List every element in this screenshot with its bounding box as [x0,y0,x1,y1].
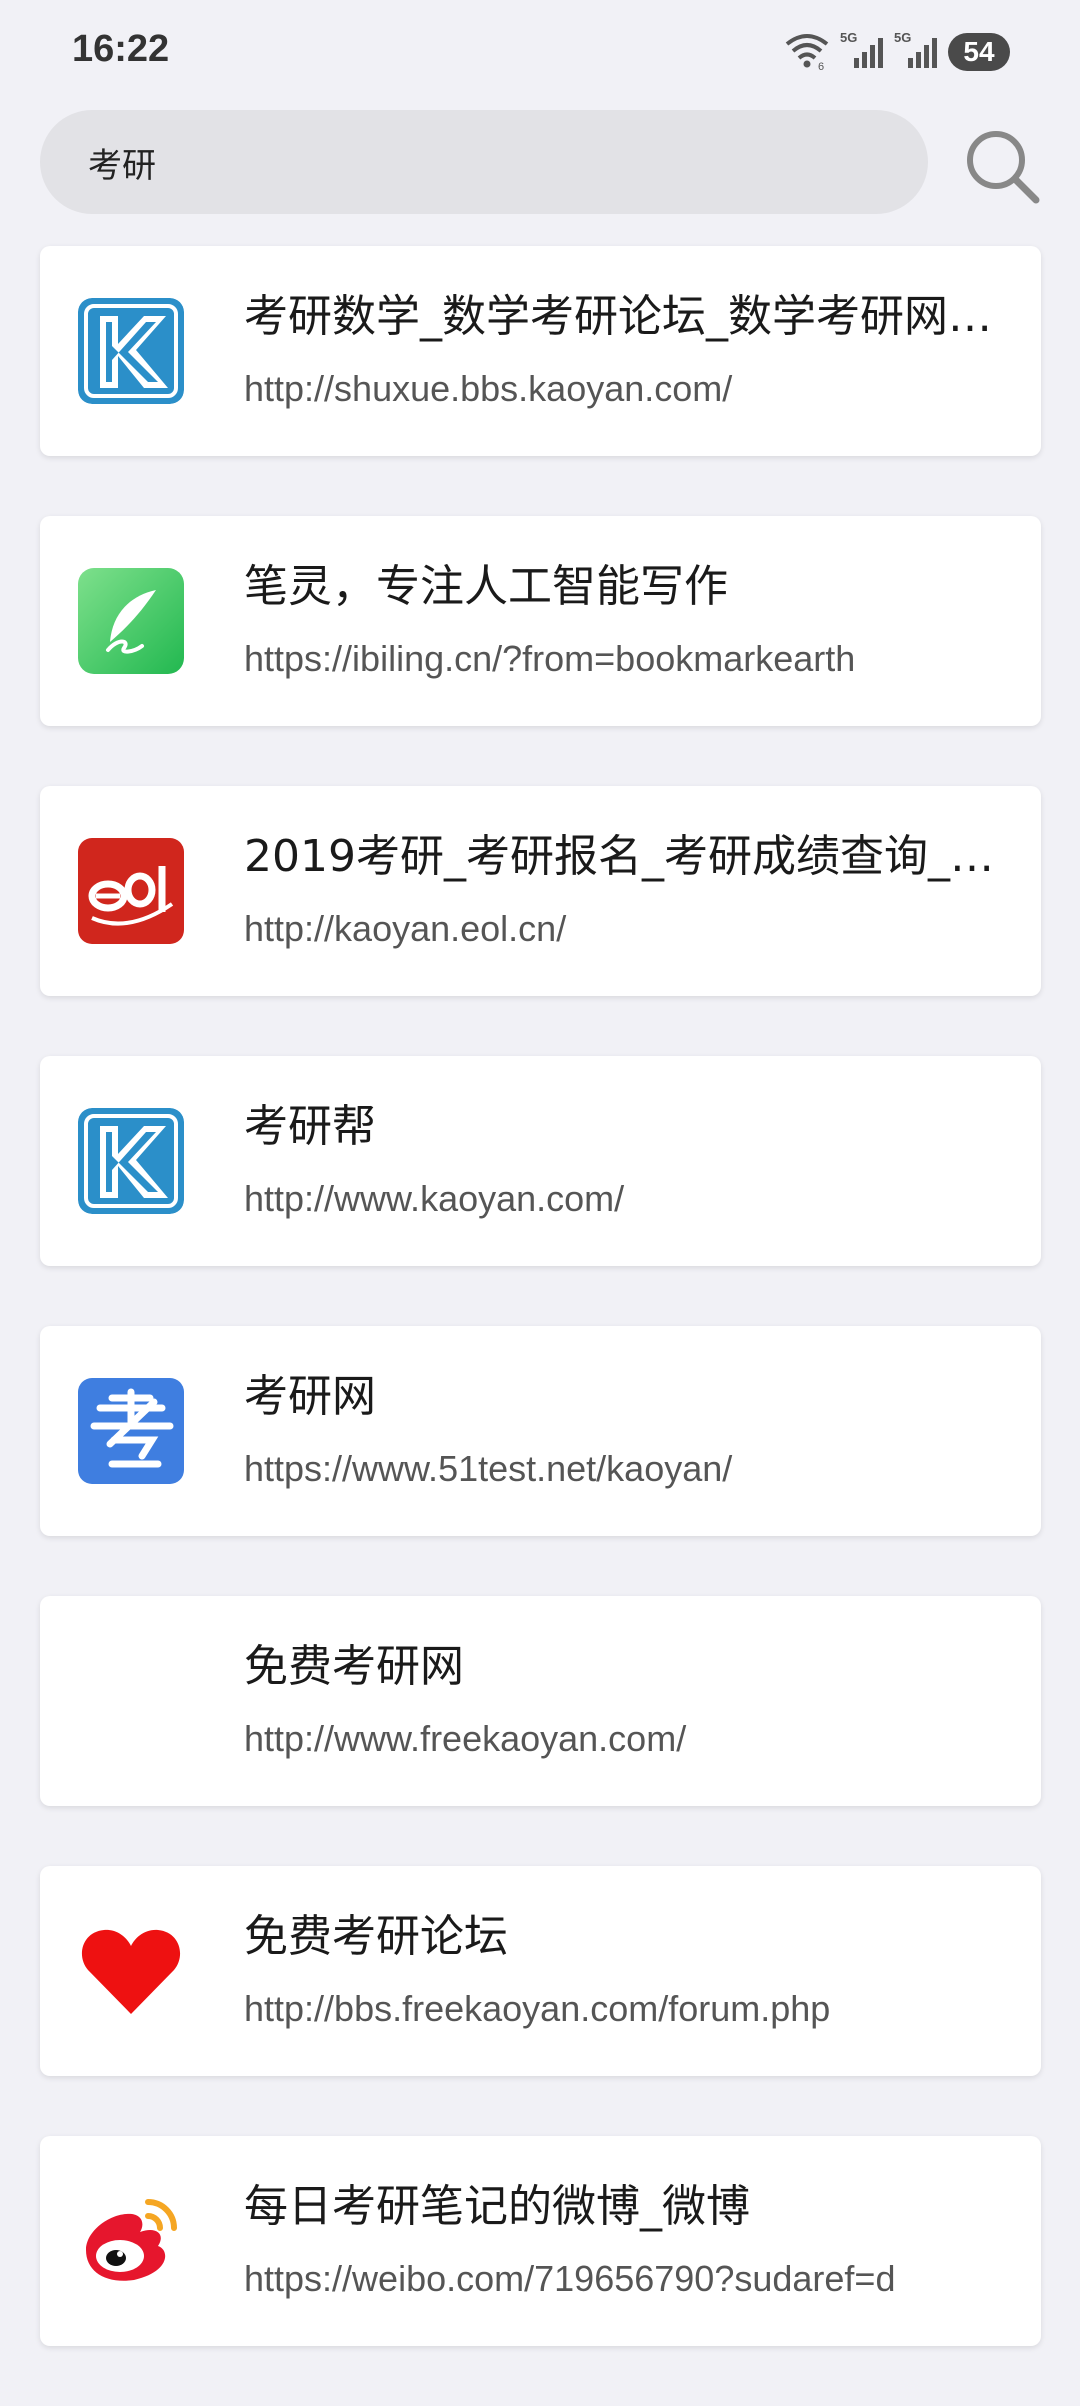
list-item[interactable]: 考研网 https://www.51test.net/kaoyan/ [40,1326,1041,1536]
list-item[interactable]: 考研帮 http://www.kaoyan.com/ [40,1056,1041,1266]
status-bar: 16:22 6 5G 5G 54 [0,0,1080,100]
result-title: 免费考研网 [244,1641,464,1692]
result-url: http://shuxue.bbs.kaoyan.com/ [244,368,733,409]
signal-5g-icon: 5G [840,30,884,74]
list-item[interactable]: 免费考研网 http://www.freekaoyan.com/ [40,1596,1041,1806]
svg-text:5G: 5G [840,30,857,45]
result-title: 2019考研_考研报名_考研成绩查询_考研调剂 [244,831,1004,882]
list-item[interactable]: 2019考研_考研报名_考研成绩查询_考研调剂 http://kaoyan.eo… [40,786,1041,996]
blank-icon [78,1648,184,1754]
list-item[interactable]: 每日考研笔记的微博_微博 https://weibo.com/719656790… [40,2136,1041,2346]
result-url: http://kaoyan.eol.cn/ [244,908,567,949]
kaoyan-k-icon [78,298,184,404]
search-button[interactable] [962,126,1042,206]
signal-5g-icon: 5G [894,30,938,74]
wifi-icon: 6 [784,30,830,74]
heart-icon [78,1918,184,2024]
battery-icon: 54 [948,33,1010,71]
result-title: 笔灵，专注人工智能写作 [244,561,728,612]
result-url: https://ibiling.cn/?from=bookmarkearth [244,638,856,679]
list-item[interactable]: 笔灵，专注人工智能写作 https://ibiling.cn/?from=boo… [40,516,1041,726]
result-title: 考研网 [244,1371,376,1422]
search-row: 考研 [0,110,1080,216]
biling-feather-icon [78,568,184,674]
result-title: 考研数学_数学考研论坛_数学考研网_考研论坛 [244,291,1004,342]
list-item[interactable]: 考研数学_数学考研论坛_数学考研网_考研论坛 http://shuxue.bbs… [40,246,1041,456]
result-url: http://bbs.freekaoyan.com/forum.php [244,1988,831,2029]
result-title: 考研帮 [244,1101,376,1152]
result-url: https://weibo.com/719656790?sudaref=d [244,2258,896,2299]
list-item[interactable]: 免费考研论坛 http://bbs.freekaoyan.com/forum.p… [40,1866,1041,2076]
status-time: 16:22 [72,28,170,70]
kao-character-icon [78,1378,184,1484]
weibo-icon [78,2188,184,2294]
eol-icon [78,838,184,944]
search-input[interactable]: 考研 [40,110,928,214]
svg-text:6: 6 [818,61,824,70]
svg-text:5G: 5G [894,30,911,45]
result-url: https://www.51test.net/kaoyan/ [244,1448,733,1489]
result-title: 每日考研笔记的微博_微博 [244,2181,750,2232]
search-icon [962,131,1042,210]
result-title: 免费考研论坛 [244,1911,508,1962]
kaoyan-k-icon [78,1108,184,1214]
bookmark-result-list: 考研数学_数学考研论坛_数学考研网_考研论坛 http://shuxue.bbs… [40,246,1041,2406]
status-icons: 6 5G 5G 54 [784,30,1010,74]
result-url: http://www.kaoyan.com/ [244,1178,625,1219]
result-url: http://www.freekaoyan.com/ [244,1718,687,1759]
